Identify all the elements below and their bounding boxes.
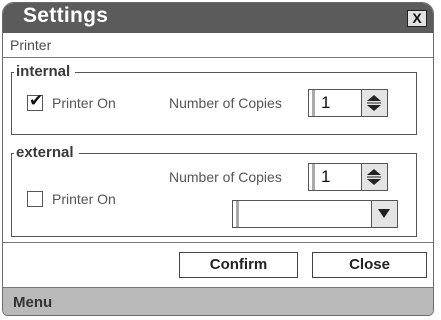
external-copies-stepper: 1: [308, 163, 388, 191]
menu-label: Menu: [13, 294, 53, 311]
footer-menu-bar[interactable]: Menu: [3, 287, 433, 315]
buttons-divider: [3, 242, 433, 243]
close-button[interactable]: Close: [312, 252, 427, 278]
external-copies-input[interactable]: 1: [312, 164, 361, 190]
external-printer-select-value: [236, 201, 366, 227]
internal-copies-stepper: 1: [308, 89, 388, 117]
internal-printer-on-label: Printer On: [52, 95, 116, 111]
chevron-down-icon: [378, 209, 390, 218]
external-copies-label: Number of Copies: [169, 169, 282, 185]
internal-copies-label: Number of Copies: [169, 95, 282, 111]
external-printer-select[interactable]: [232, 200, 398, 228]
external-copies-spin-button[interactable]: [361, 164, 387, 190]
external-group: external Printer On Number of Copies 1: [11, 144, 417, 237]
internal-copies-input[interactable]: 1: [312, 90, 361, 116]
close-window-button[interactable]: X: [407, 10, 427, 27]
internal-legend: internal: [14, 63, 76, 80]
checkmark-icon: ✔: [29, 91, 44, 110]
internal-copies-spin-button[interactable]: [361, 90, 387, 116]
select-dropdown-button[interactable]: [371, 201, 397, 227]
subtitle-divider: [3, 57, 433, 58]
window-title: Settings: [23, 4, 109, 27]
internal-group: internal ✔ Printer On Number of Copies 1: [11, 63, 417, 135]
external-printer-on-checkbox[interactable]: [27, 191, 43, 207]
external-printer-on-label: Printer On: [52, 191, 116, 207]
internal-printer-on-checkbox[interactable]: ✔: [27, 91, 44, 111]
confirm-button[interactable]: Confirm: [179, 252, 298, 278]
external-legend: external: [14, 144, 79, 161]
settings-window: Settings X Printer internal ✔ Printer On…: [2, 2, 434, 316]
section-subtitle: Printer: [10, 37, 52, 53]
title-bar: Settings X: [3, 3, 433, 33]
up-down-arrows-icon: [367, 95, 381, 111]
up-down-arrows-icon: [367, 169, 381, 185]
